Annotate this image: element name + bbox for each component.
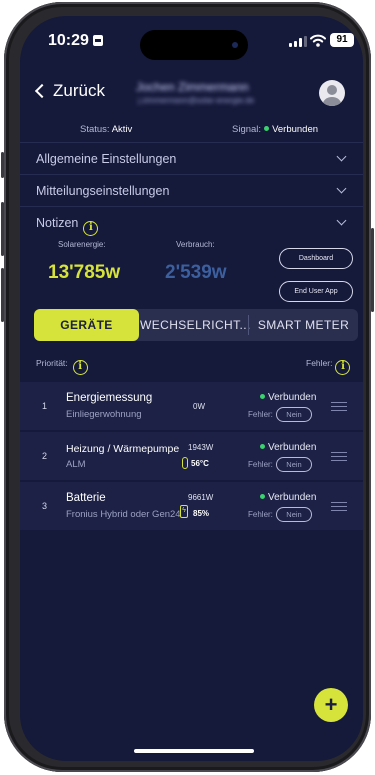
error-header: Fehler: i	[306, 358, 351, 375]
device-power: 9661W	[188, 493, 214, 502]
error-pill: Nein	[276, 457, 312, 472]
list-header: Priorität: i Fehler: i	[20, 356, 363, 376]
connected-dot-icon	[264, 126, 270, 131]
status-bar: 10:29 91	[20, 16, 363, 60]
connection-label: Verbunden	[268, 392, 317, 403]
device-name: Energiemessung	[66, 392, 153, 404]
error-pill: Nein	[276, 407, 312, 422]
error-label: Fehler:	[248, 410, 273, 419]
device-tabs: GERÄTE WECHSELRICHT... SMART METER	[34, 309, 358, 341]
thermometer-icon	[182, 457, 188, 469]
section-label: Mitteilungseinstellungen	[36, 184, 170, 198]
consumption-value: 2'539w	[165, 262, 227, 283]
device-battery-level: 85%	[193, 509, 210, 518]
device-priority: 1	[42, 401, 48, 411]
device-priority: 3	[42, 501, 48, 511]
power-button	[371, 228, 374, 312]
connected-dot-icon	[260, 394, 265, 399]
user-email: j.zimmermann@solar-energie.de	[138, 96, 255, 105]
back-label: Zurück	[53, 81, 105, 100]
error-pill: Nein	[276, 507, 312, 522]
device-subtitle: Einliegerwohnung	[66, 409, 142, 420]
chevron-down-icon	[336, 151, 347, 162]
mute-switch	[1, 152, 4, 178]
user-name: Jochen Zimmermann	[136, 80, 249, 94]
battery-indicator: 91	[330, 33, 354, 47]
tab-smart-meter[interactable]: SMART METER	[249, 309, 358, 341]
info-icon[interactable]: i	[72, 360, 88, 375]
cellular-signal-icon	[289, 36, 307, 47]
device-priority: 2	[42, 451, 48, 461]
drag-handle-icon[interactable]	[331, 452, 347, 461]
volume-up-button	[1, 202, 4, 256]
user-avatar-icon[interactable]	[319, 80, 345, 106]
device-row[interactable]: 2 Heizung / Wärmepumpe ALM 1943W 56°C Ve…	[20, 432, 363, 480]
camera-dot	[232, 42, 238, 48]
info-icon[interactable]: i	[83, 221, 99, 236]
connected-dot-icon	[260, 444, 265, 449]
device-row[interactable]: 1 Energiemessung Einliegerwohnung 0W Ver…	[20, 382, 363, 430]
signal-label: Signal:	[232, 124, 262, 135]
clock-text: 10:29	[48, 32, 89, 49]
back-button[interactable]: Zurück	[34, 81, 105, 101]
clock: 10:29	[48, 32, 103, 50]
priority-label: Priorität:	[36, 358, 68, 368]
device-name: Heizung / Wärmepumpe	[66, 443, 180, 455]
energy-summary: Solarenergie: 13'785w Verbrauch: 2'539w …	[20, 240, 363, 304]
section-label-wrap: Notizen i	[36, 216, 99, 236]
device-connection: Verbunden	[260, 392, 316, 403]
error-label: Fehler:	[248, 510, 273, 519]
solar-value: 13'785w	[48, 262, 121, 283]
nav-header: Zurück Jochen Zimmermann j.zimmermann@so…	[20, 66, 363, 106]
priority-header: Priorität: i	[36, 358, 88, 375]
section-notes[interactable]: Notizen i	[20, 206, 363, 238]
status-label: Status:	[80, 124, 110, 135]
phone-frame: 10:29 91 Zurück Jochen Zimmermann j.zimm…	[1, 2, 374, 772]
app-screen: 10:29 91 Zurück Jochen Zimmermann j.zimm…	[20, 16, 363, 761]
device-power: 1943W	[188, 443, 214, 452]
signal-value: Verbunden	[272, 124, 319, 135]
section-general-settings[interactable]: Allgemeine Einstellungen	[20, 142, 363, 174]
section-label: Notizen	[36, 216, 79, 230]
add-device-button[interactable]: +	[314, 688, 348, 722]
consumption-label: Verbrauch:	[176, 240, 215, 249]
home-indicator	[134, 749, 254, 753]
signal-indicator: Signal: Verbunden	[232, 124, 318, 135]
dashboard-button[interactable]: Dashboard	[279, 248, 353, 269]
section-notification-settings[interactable]: Mitteilungseinstellungen	[20, 174, 363, 206]
screen-record-icon	[92, 35, 103, 46]
tab-inverters[interactable]: WECHSELRICHT...	[140, 309, 250, 341]
error-label: Fehler:	[306, 358, 333, 368]
connection-label: Verbunden	[268, 492, 317, 503]
info-icon[interactable]: i	[335, 360, 351, 375]
device-connection: Verbunden	[260, 442, 316, 453]
connected-dot-icon	[260, 494, 265, 499]
device-connection: Verbunden	[260, 492, 316, 503]
error-label: Fehler:	[248, 460, 273, 469]
status-value: Aktiv	[111, 124, 133, 135]
tab-devices[interactable]: GERÄTE	[34, 309, 139, 341]
status-indicator: Status: Aktiv	[80, 124, 132, 135]
status-row: Status: Aktiv Signal: Verbunden	[20, 122, 363, 142]
battery-charging-icon: ϟ	[180, 505, 188, 518]
chevron-left-icon	[34, 83, 50, 99]
chevron-down-icon	[336, 215, 347, 226]
device-subtitle: ALM	[66, 459, 86, 470]
device-row[interactable]: 3 Batterie Fronius Hybrid oder Gen24 966…	[20, 482, 363, 530]
connection-label: Verbunden	[268, 442, 317, 453]
device-temperature: 56°C	[191, 459, 209, 468]
end-user-app-button[interactable]: End User App	[279, 281, 353, 302]
chevron-down-icon	[336, 183, 347, 194]
drag-handle-icon[interactable]	[331, 502, 347, 511]
device-power: 0W	[193, 402, 205, 411]
solar-label: Solarenergie:	[58, 240, 106, 249]
device-subtitle: Fronius Hybrid oder Gen24	[66, 509, 181, 520]
drag-handle-icon[interactable]	[331, 402, 347, 411]
volume-down-button	[1, 268, 4, 322]
section-label: Allgemeine Einstellungen	[36, 152, 177, 166]
wifi-icon	[310, 34, 326, 47]
device-name: Batterie	[66, 492, 106, 504]
